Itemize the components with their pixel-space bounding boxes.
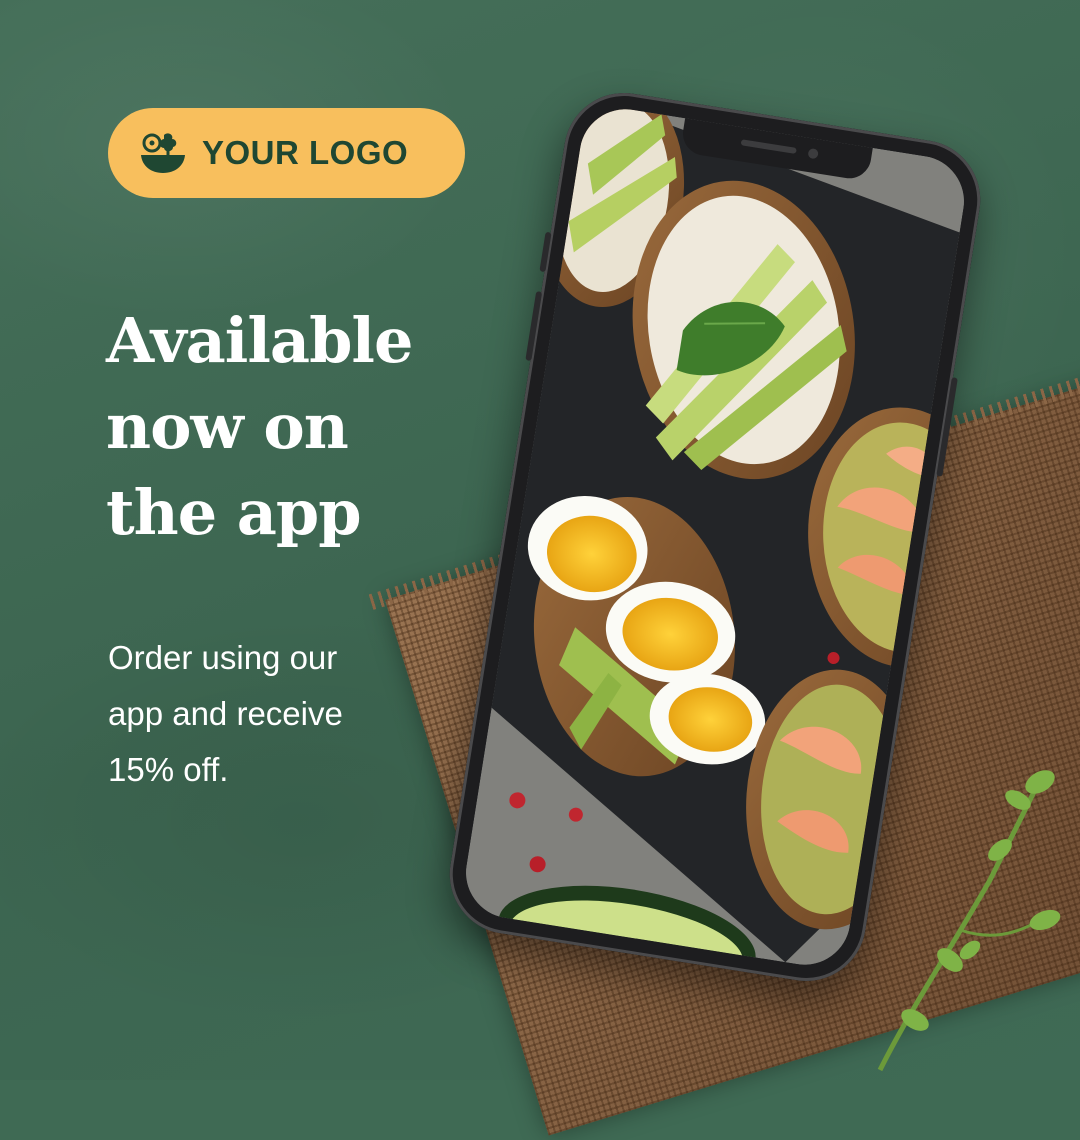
headline-line: now on: [106, 390, 349, 463]
logo-badge: YOUR LOGO: [108, 108, 465, 198]
headline-line: Available: [106, 304, 413, 377]
promo-line: Order using our: [108, 639, 338, 676]
promo-line: app and receive: [108, 695, 343, 732]
speaker-icon: [740, 139, 797, 154]
salad-bowl-icon: [141, 133, 185, 173]
headline-line: the app: [106, 476, 362, 549]
headline: Available now on the app: [106, 298, 486, 556]
logo-text: YOUR LOGO: [202, 134, 409, 171]
promo-description: Order using our app and receive 15% off.: [108, 630, 438, 798]
promo-line: 15% off.: [108, 751, 229, 788]
camera-icon: [807, 147, 819, 160]
